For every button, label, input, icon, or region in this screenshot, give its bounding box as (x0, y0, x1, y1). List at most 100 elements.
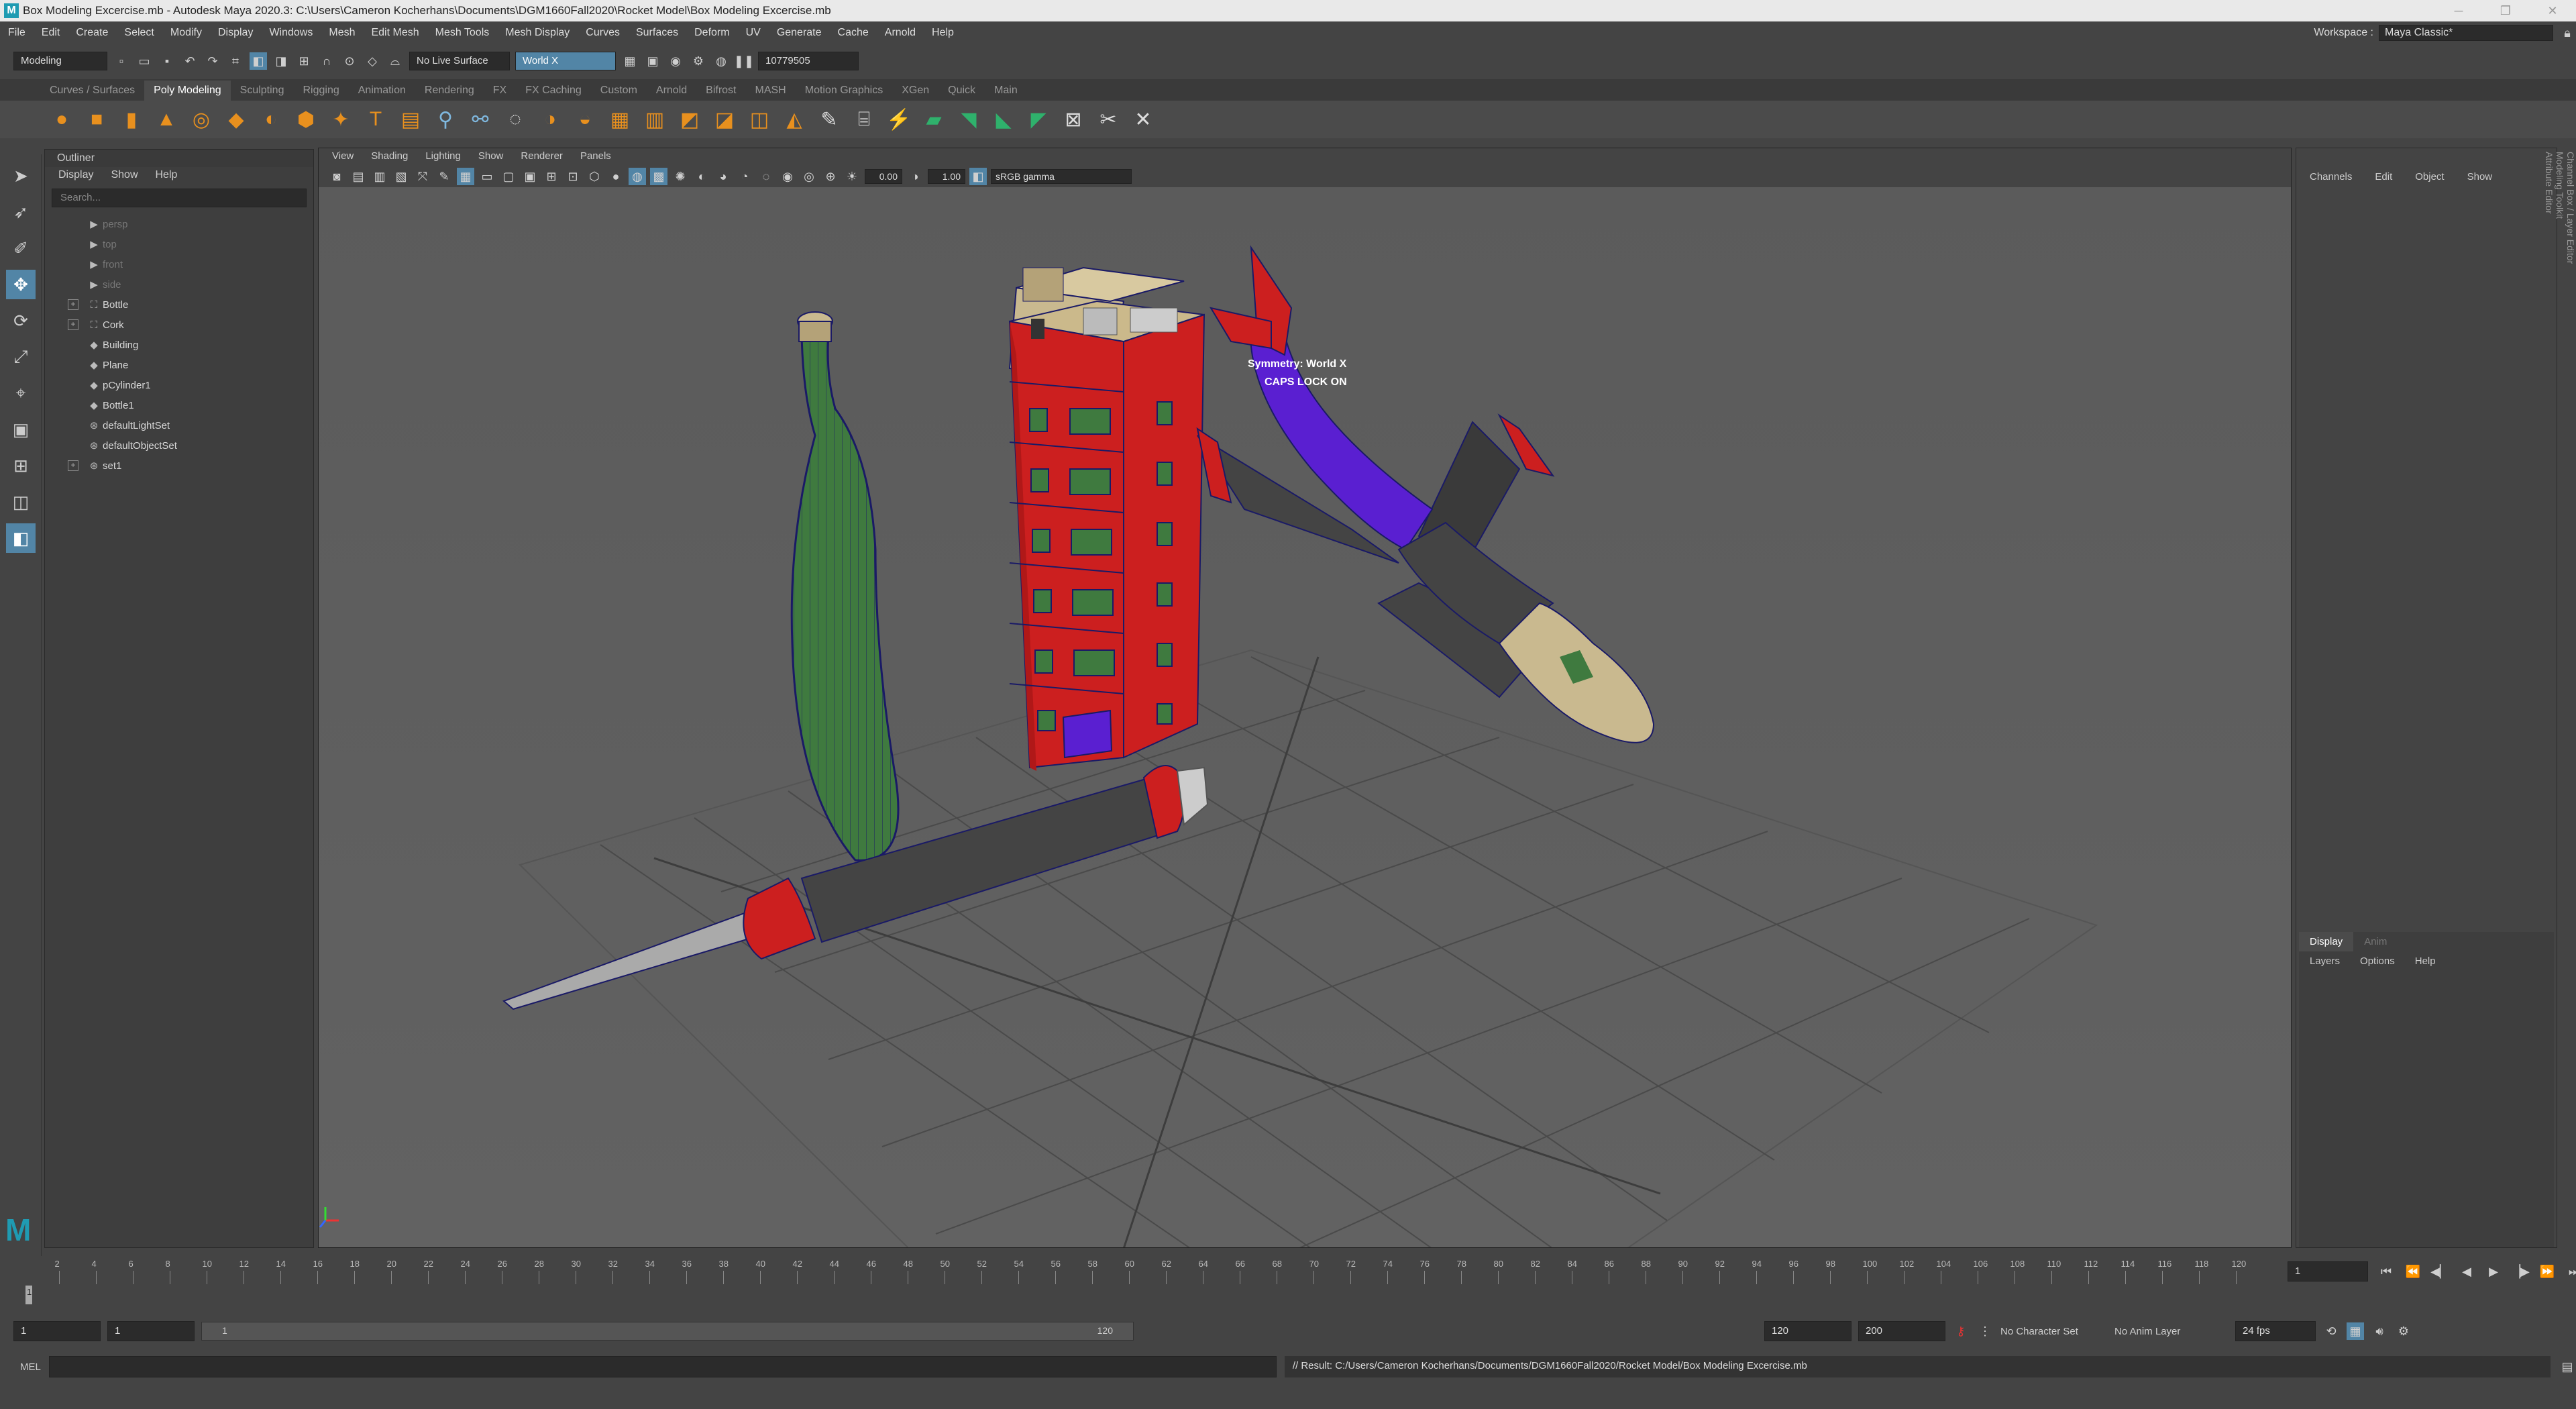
single-layout-icon[interactable]: ▣ (6, 415, 36, 444)
select-tool-icon[interactable]: ➤ (6, 161, 36, 191)
mel-label[interactable]: MEL (20, 1361, 41, 1373)
last-tool-icon[interactable]: ⌖ (6, 378, 36, 408)
menu-windows[interactable]: Windows (261, 27, 321, 39)
outliner-item-top[interactable]: ▶ top (45, 234, 313, 254)
channel-box-menu-edit[interactable]: Edit (2375, 171, 2392, 182)
textured-icon[interactable]: ▩ (650, 168, 667, 185)
anim-layer-dropdown[interactable]: No Anim Layer (2114, 1326, 2229, 1337)
symmetry-dropdown[interactable]: World X (515, 52, 616, 70)
auto-key-icon[interactable]: ⚷ (1952, 1322, 1970, 1340)
exposure-icon[interactable]: ☀ (843, 168, 861, 185)
pause-icon[interactable]: ❚❚ (734, 52, 754, 70)
viewport-menu-renderer[interactable]: Renderer (521, 150, 563, 164)
poly-plane-icon[interactable]: ◆ (223, 106, 250, 133)
open-scene-icon[interactable]: ▭ (136, 52, 153, 70)
snap-point-icon[interactable]: ⊙ (341, 52, 358, 70)
outliner-item-set1[interactable]: + ⊛ set1 (45, 456, 313, 476)
spherical-map-icon[interactable]: ◣ (990, 106, 1017, 133)
playback-end-field[interactable]: 120 (1764, 1321, 1851, 1341)
field-chart-icon[interactable]: ⊞ (543, 168, 560, 185)
ipr-render-icon[interactable]: ◉ (667, 52, 684, 70)
select-component-icon[interactable]: ◨ (272, 52, 290, 70)
resolution-gate-icon[interactable]: ▢ (500, 168, 517, 185)
shelf-tab-fx-caching[interactable]: FX Caching (516, 81, 591, 101)
menu-set-dropdown[interactable]: Modeling (13, 52, 107, 70)
anim-prefs-icon[interactable]: ⚙ (2395, 1322, 2412, 1340)
gate-mask-icon[interactable]: ▣ (521, 168, 539, 185)
wireframe-on-shaded-icon[interactable]: ◍ (629, 168, 646, 185)
side-by-side-icon[interactable]: ◫ (6, 487, 36, 517)
shadows-icon[interactable]: ◐ (693, 168, 710, 185)
menu-mesh[interactable]: Mesh (321, 27, 363, 39)
viewport-panel[interactable]: View Shading Lighting Show Renderer Panels ◙ … (318, 148, 2292, 1248)
safe-action-icon[interactable]: ⊡ (564, 168, 582, 185)
render-settings-icon[interactable]: ⚙ (690, 52, 707, 70)
step-forward-frame-icon[interactable]: ▕▶ (2511, 1263, 2530, 1280)
triangulate-icon[interactable]: ◭ (781, 106, 808, 133)
maximize-button[interactable]: ❐ (2482, 4, 2529, 18)
anti-alias-icon[interactable]: ◌ (757, 168, 775, 185)
menu-help[interactable]: Help (924, 27, 962, 39)
move-tool-icon[interactable]: ✥ (6, 270, 36, 299)
menu-file[interactable]: File (0, 27, 34, 39)
poly-torus-icon[interactable]: ◎ (188, 106, 215, 133)
shelf-tab-fx[interactable]: FX (484, 81, 516, 101)
persp-outliner-icon[interactable]: ◧ (6, 523, 36, 553)
layer-menu-layers[interactable]: Layers (2310, 955, 2340, 967)
audio-icon[interactable]: 🔊︎ (2371, 1322, 2388, 1340)
channel-box-menu-channels[interactable]: Channels (2310, 171, 2352, 182)
snap-grid-icon[interactable]: ⊞ (295, 52, 313, 70)
menu-select[interactable]: Select (116, 27, 162, 39)
cache-icon[interactable]: ▦ (2347, 1322, 2364, 1340)
outliner-item-front[interactable]: ▶ front (45, 254, 313, 274)
xray-icon[interactable]: ◎ (800, 168, 818, 185)
platonic-solid-icon[interactable]: ⬢ (292, 106, 319, 133)
shelf-tab-xgen[interactable]: XGen (892, 81, 938, 101)
sew-uv-icon[interactable]: ✕ (1130, 106, 1157, 133)
side-tab-channel-box[interactable]: Channel Box / Layer Editor (2565, 152, 2576, 468)
fps-dropdown[interactable]: 24 fps (2235, 1321, 2316, 1341)
shelf-tab-poly-modeling[interactable]: Poly Modeling (144, 81, 231, 101)
auto-map-icon[interactable]: ◤ (1025, 106, 1052, 133)
shelf-tab-arnold[interactable]: Arnold (647, 81, 696, 101)
viewport-menu-show[interactable]: Show (478, 150, 504, 164)
2d-pan-icon[interactable]: ⤧ (414, 168, 431, 185)
maya-m-icon[interactable]: M (5, 1214, 36, 1245)
select-hierarchy-icon[interactable]: ⌗ (227, 52, 244, 70)
layer-menu-help[interactable]: Help (2415, 955, 2436, 967)
current-frame-field[interactable]: 1 (2288, 1261, 2368, 1282)
menu-cache[interactable]: Cache (830, 27, 877, 39)
outliner-item-bottle[interactable]: + ⛶ Bottle (45, 295, 313, 315)
side-tab-modeling-toolkit[interactable]: Modeling Toolkit (2555, 152, 2565, 468)
grid-icon[interactable]: ▦ (457, 168, 474, 185)
expand-icon[interactable]: + (68, 299, 78, 310)
lasso-tool-icon[interactable]: ➶ (6, 197, 36, 227)
step-back-key-icon[interactable]: ⏪ (2404, 1263, 2422, 1280)
shelf-tab-curves-surfaces[interactable]: Curves / Surfaces (40, 81, 144, 101)
airplane-model[interactable] (1196, 245, 1655, 743)
viewport-canvas[interactable]: Symmetry: World X CAPS LOCK ON persp (319, 187, 2291, 1247)
expand-icon[interactable]: + (68, 319, 78, 330)
multi-cut-icon[interactable]: ✎ (816, 106, 843, 133)
smooth-shade-icon[interactable]: ● (607, 168, 625, 185)
gamma-icon[interactable]: ◑ (906, 168, 924, 185)
shelf-tab-rigging[interactable]: Rigging (293, 81, 348, 101)
camera-lock-icon[interactable]: ▤ (350, 168, 367, 185)
grease-pencil-icon[interactable]: ✎ (435, 168, 453, 185)
xray-joints-icon[interactable]: ⊕ (822, 168, 839, 185)
outliner-menu-show[interactable]: Show (111, 169, 138, 182)
outliner-menu-help[interactable]: Help (156, 169, 178, 182)
menu-edit[interactable]: Edit (34, 27, 68, 39)
hypershade-icon[interactable]: ◍ (712, 52, 730, 70)
undo-icon[interactable]: ↶ (181, 52, 199, 70)
outliner-item-cork[interactable]: + ⛶ Cork (45, 315, 313, 335)
extrude-icon[interactable]: ▦ (606, 106, 633, 133)
wireframe-icon[interactable]: ⬡ (586, 168, 603, 185)
menu-mesh-tools[interactable]: Mesh Tools (427, 27, 498, 39)
gamma-field[interactable]: 1.00 (928, 169, 965, 184)
planar-map-icon[interactable]: ▰ (920, 106, 947, 133)
append-icon[interactable]: ◪ (711, 106, 738, 133)
minimize-button[interactable]: ─ (2435, 4, 2482, 18)
tab-display[interactable]: Display (2299, 932, 2354, 951)
shelf-tab-main[interactable]: Main (985, 81, 1027, 101)
